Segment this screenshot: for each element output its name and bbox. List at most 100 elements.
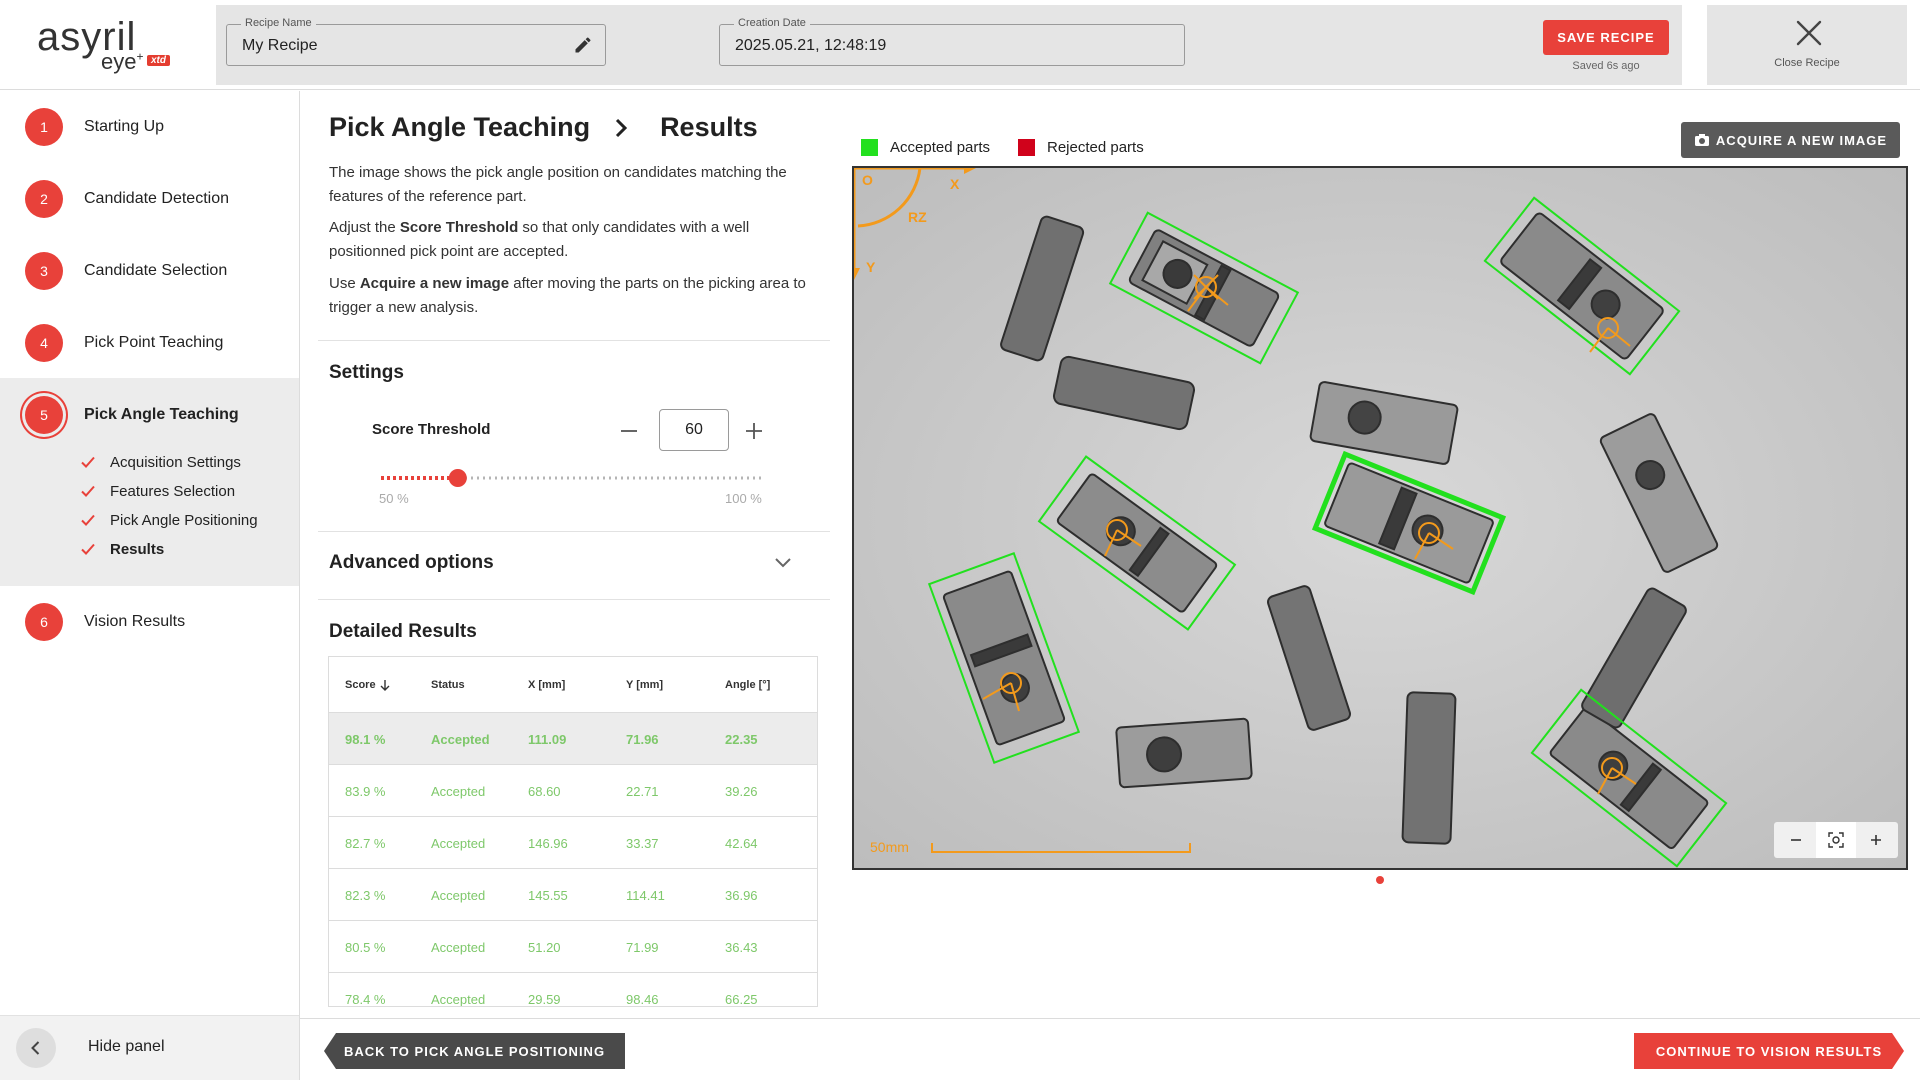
cell-score: 78.4 % xyxy=(345,992,386,1007)
score-threshold-slider[interactable] xyxy=(379,468,767,488)
section-divider xyxy=(318,531,830,532)
cell-angle: 36.43 xyxy=(725,940,758,955)
asyril-logo: asyril eye+ xtd xyxy=(0,0,214,90)
step-label: Candidate Selection xyxy=(84,262,228,279)
score-threshold-input[interactable] xyxy=(659,409,729,451)
description-paragraph-2: Adjust the Score Threshold so that only … xyxy=(329,219,750,260)
hide-panel-label: Hide panel xyxy=(88,1038,165,1055)
column-header-score[interactable]: Score xyxy=(345,679,391,691)
substep-features-selection[interactable]: Features Selection xyxy=(80,477,235,505)
scale-bar-label: 50mm xyxy=(870,839,909,855)
substep-acquisition-settings[interactable]: Acquisition Settings xyxy=(80,448,241,476)
step-pick-angle-teaching[interactable]: 5 Pick Angle Teaching xyxy=(0,379,300,451)
table-row[interactable]: 78.4 % Accepted 29.59 98.46 66.25 xyxy=(329,973,817,1007)
zoom-in-button[interactable] xyxy=(1856,822,1896,858)
step-number: 4 xyxy=(25,324,63,362)
recipe-name-label: Recipe Name xyxy=(241,17,316,29)
check-icon xyxy=(81,456,95,468)
step-label: Pick Angle Teaching xyxy=(84,406,239,423)
cell-status: Accepted xyxy=(431,836,486,851)
recipe-fields-bar: Recipe Name My Recipe Creation Date 2025… xyxy=(216,5,1682,85)
logo-edition-badge: xtd xyxy=(147,55,170,66)
legend-rejected-label: Rejected parts xyxy=(1047,139,1144,156)
cell-angle: 66.25 xyxy=(725,992,758,1007)
footer-nav: BACK TO PICK ANGLE POSITIONING CONTINUE … xyxy=(300,1018,1920,1080)
column-header-angle[interactable]: Angle [°] xyxy=(725,679,770,691)
table-row[interactable]: 82.3 % Accepted 145.55 114.41 36.96 xyxy=(329,869,817,921)
step-candidate-detection[interactable]: 2 Candidate Detection xyxy=(0,163,300,235)
recipe-name-field[interactable]: Recipe Name My Recipe xyxy=(226,17,606,66)
camera-image-viewer[interactable]: O X Y RZ 50mm xyxy=(852,166,1908,870)
check-icon xyxy=(81,514,95,526)
column-header-y[interactable]: Y [mm] xyxy=(626,679,663,691)
chevron-down-icon[interactable] xyxy=(772,551,794,573)
table-row[interactable]: 82.7 % Accepted 146.96 33.37 42.64 xyxy=(329,817,817,869)
page-title-main: Pick Angle Teaching xyxy=(329,112,591,142)
substep-pick-angle-positioning[interactable]: Pick Angle Positioning xyxy=(80,506,258,534)
save-recipe-button[interactable]: SAVE RECIPE xyxy=(1543,20,1669,55)
zoom-fit-button[interactable] xyxy=(1816,822,1856,858)
close-recipe-button[interactable]: Close Recipe xyxy=(1707,5,1907,85)
table-row[interactable]: 80.5 % Accepted 51.20 71.99 36.43 xyxy=(329,921,817,973)
cell-status: Accepted xyxy=(431,732,490,747)
detailed-results-title: Detailed Results xyxy=(329,621,477,642)
table-row[interactable]: 83.9 % Accepted 68.60 22.71 39.26 xyxy=(329,765,817,817)
cell-angle: 22.35 xyxy=(725,732,758,747)
continue-to-vision-results-button[interactable]: CONTINUE TO VISION RESULTS xyxy=(1634,1033,1904,1069)
step-candidate-selection[interactable]: 3 Candidate Selection xyxy=(0,235,300,307)
substep-label: Results xyxy=(110,540,165,558)
back-to-pick-angle-positioning-button[interactable]: BACK TO PICK ANGLE POSITIONING xyxy=(324,1033,625,1069)
substep-label: Features Selection xyxy=(110,482,236,500)
results-table[interactable]: Score Status X [mm] Y [mm] Angle [°] 98.… xyxy=(328,656,818,1007)
cell-x: 68.60 xyxy=(528,784,561,799)
slider-handle[interactable] xyxy=(448,469,467,487)
pencil-icon[interactable] xyxy=(573,35,593,55)
step-number: 1 xyxy=(25,108,63,146)
section-divider xyxy=(318,599,830,600)
table-row[interactable]: 98.1 % Accepted 111.09 71.96 22.35 xyxy=(329,713,817,765)
creation-date-field[interactable]: Creation Date 2025.05.21, 12:48:19 xyxy=(719,17,1185,66)
step-label: Starting Up xyxy=(84,118,165,135)
step-number: 5 xyxy=(25,396,63,434)
cell-score: 82.7 % xyxy=(345,836,386,851)
step-vision-results[interactable]: 6 Vision Results xyxy=(0,586,300,658)
minus-icon[interactable] xyxy=(618,420,640,442)
legend-accepted: Accepted parts xyxy=(861,139,990,156)
cell-y: 22.71 xyxy=(626,784,659,799)
cell-y: 71.99 xyxy=(626,940,659,955)
hide-panel-button[interactable]: Hide panel xyxy=(0,1015,299,1080)
page-title: Pick Angle Teaching Results xyxy=(329,112,758,143)
chevron-left-icon xyxy=(31,1041,40,1055)
cell-status: Accepted xyxy=(431,992,486,1007)
check-icon xyxy=(81,485,95,497)
check-icon xyxy=(81,543,95,555)
step-label: Vision Results xyxy=(84,613,186,630)
step-starting-up[interactable]: 1 Starting Up xyxy=(0,91,300,163)
advanced-options-toggle[interactable]: Advanced options xyxy=(329,552,494,574)
image-page-indicator[interactable] xyxy=(1376,876,1384,884)
slider-max-label: 100 % xyxy=(725,491,762,506)
recipe-name-value: My Recipe xyxy=(242,37,318,54)
accepted-swatch xyxy=(861,139,878,156)
cell-score: 83.9 % xyxy=(345,784,386,799)
cell-x: 111.09 xyxy=(528,732,567,747)
camera-icon xyxy=(1694,134,1709,146)
description-paragraph-3: Use Acquire a new image after moving the… xyxy=(329,275,806,316)
cell-y: 33.37 xyxy=(626,836,659,851)
column-header-x[interactable]: X [mm] xyxy=(528,679,565,691)
creation-date-label: Creation Date xyxy=(734,17,810,29)
description-paragraph-1: The image shows the pick angle position … xyxy=(329,164,787,205)
arrow-down-icon xyxy=(380,680,390,691)
axis-rz-label: RZ xyxy=(908,209,927,225)
cell-y: 98.46 xyxy=(626,992,659,1007)
logo-product-text: eye+ xyxy=(101,49,144,74)
page-title-sub: Results xyxy=(660,112,758,142)
acquire-new-image-button[interactable]: ACQUIRE A NEW IMAGE xyxy=(1681,122,1900,158)
column-header-status[interactable]: Status xyxy=(431,679,465,691)
substep-results[interactable]: Results xyxy=(80,535,164,563)
close-icon xyxy=(1796,20,1822,46)
cell-status: Accepted xyxy=(431,784,486,799)
zoom-out-button[interactable] xyxy=(1776,822,1816,858)
plus-icon[interactable] xyxy=(743,420,765,442)
step-pick-point-teaching[interactable]: 4 Pick Point Teaching xyxy=(0,307,300,379)
